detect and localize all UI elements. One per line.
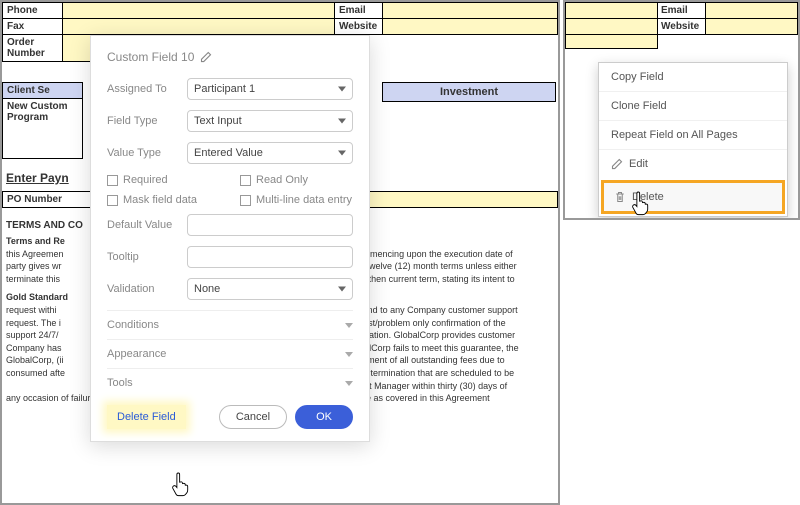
validation-select[interactable]: None: [187, 278, 353, 300]
mask-checkbox[interactable]: Mask field data: [107, 194, 220, 206]
validation-label: Validation: [107, 283, 187, 295]
phone-label: Phone: [3, 3, 63, 19]
required-checkbox[interactable]: Required: [107, 174, 220, 186]
client-section-header: Client Se: [3, 83, 83, 99]
ok-button[interactable]: OK: [295, 405, 353, 429]
default-input[interactable]: [187, 214, 353, 236]
valuetype-label: Value Type: [107, 147, 187, 159]
tooltip-input[interactable]: [187, 246, 353, 268]
email-field[interactable]: [383, 3, 558, 19]
client-cell: New Custom Program: [3, 99, 83, 159]
tools-section[interactable]: Tools: [107, 368, 353, 397]
cursor-hand-icon: [630, 190, 652, 216]
trash-icon: [614, 191, 626, 203]
order-number-label: Order Number: [3, 35, 63, 62]
default-label: Default Value: [107, 219, 187, 231]
fieldtype-label: Field Type: [107, 115, 187, 127]
fax-field[interactable]: [63, 19, 335, 35]
ctx-clone-field[interactable]: Clone Field: [599, 91, 787, 120]
edit-title-icon[interactable]: [200, 51, 212, 63]
email-label: Email: [335, 3, 383, 19]
panel-title: Custom Field 10: [107, 50, 353, 64]
chevron-down-icon: [345, 352, 353, 357]
field-properties-panel: Custom Field 10 Assigned To Participant …: [90, 35, 370, 442]
context-menu: Copy Field Clone Field Repeat Field on A…: [598, 62, 788, 217]
ctx-repeat-field[interactable]: Repeat Field on All Pages: [599, 120, 787, 149]
ctx-edit[interactable]: Edit: [599, 149, 787, 178]
tooltip-label: Tooltip: [107, 251, 187, 263]
valuetype-select[interactable]: Entered Value: [187, 142, 353, 164]
cancel-button[interactable]: Cancel: [219, 405, 287, 429]
readonly-checkbox[interactable]: Read Only: [240, 174, 353, 186]
website-field[interactable]: [383, 19, 558, 35]
document-right: Email Website Copy Field Clone Field Rep…: [563, 0, 800, 220]
fieldtype-select[interactable]: Text Input: [187, 110, 353, 132]
assigned-label: Assigned To: [107, 83, 187, 95]
chevron-down-icon: [345, 323, 353, 328]
assigned-select[interactable]: Participant 1: [187, 78, 353, 100]
investment-header: Investment: [382, 82, 556, 102]
appearance-section[interactable]: Appearance: [107, 339, 353, 368]
ctx-copy-field[interactable]: Copy Field: [599, 63, 787, 91]
cursor-hand-icon: [170, 471, 192, 497]
multiline-checkbox[interactable]: Multi-line data entry: [240, 194, 353, 206]
conditions-section[interactable]: Conditions: [107, 310, 353, 339]
phone-field[interactable]: [63, 3, 335, 19]
ctx-delete-highlight: Delete: [601, 180, 785, 214]
pencil-icon: [611, 158, 623, 170]
fax-label: Fax: [3, 19, 63, 35]
delete-field-link[interactable]: Delete Field: [107, 405, 186, 429]
chevron-down-icon: [345, 381, 353, 386]
website-label-r: Website: [658, 19, 706, 35]
email-label-r: Email: [658, 3, 706, 19]
website-label: Website: [335, 19, 383, 35]
